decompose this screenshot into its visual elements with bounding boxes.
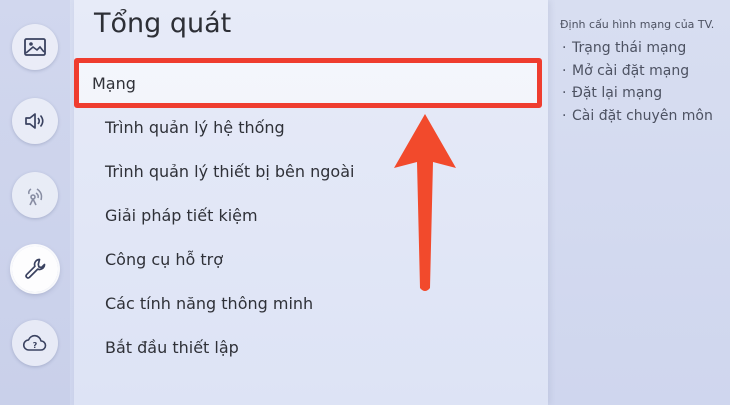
rail-item-sound[interactable] (12, 98, 58, 144)
menu-item-start-setup[interactable]: Bắt đầu thiết lập (105, 338, 239, 357)
annotation-arrow-up (394, 114, 456, 291)
sound-icon (25, 113, 44, 129)
info-item: Trạng thái mạng (560, 37, 725, 60)
menu-item-smart-features[interactable]: Các tính năng thông minh (105, 294, 313, 313)
rail-item-general[interactable] (12, 246, 58, 292)
general-settings-panel: Tổng quát Mạng Trình quản lý hệ thống Tr… (74, 0, 548, 405)
menu-item-label: Công cụ hỗ trợ (105, 250, 224, 269)
info-description: Định cấu hình mạng của TV. (560, 18, 715, 31)
menu-item-system-manager[interactable]: Trình quản lý hệ thống (105, 118, 285, 137)
rail-item-broadcast[interactable] (12, 172, 58, 218)
support-cloud-icon: ? (22, 334, 47, 351)
menu-item-label: Mạng (92, 73, 136, 93)
info-item: Đặt lại mạng (560, 82, 725, 105)
menu-item-external-device-manager[interactable]: Trình quản lý thiết bị bên ngoài (105, 162, 354, 181)
rail-item-picture[interactable] (12, 24, 58, 70)
menu-item-eco-solution[interactable]: Giải pháp tiết kiệm (105, 206, 258, 225)
rail-item-support[interactable]: ? (12, 320, 58, 366)
info-panel: Định cấu hình mạng của TV. Trạng thái mạ… (560, 18, 725, 127)
svg-text:?: ? (33, 341, 38, 350)
category-rail: ? (0, 0, 70, 405)
info-item: Mở cài đặt mạng (560, 60, 725, 83)
menu-item-label: Các tính năng thông minh (105, 294, 314, 313)
menu-item-accessibility[interactable]: Công cụ hỗ trợ (105, 250, 223, 269)
menu-item-label: Giải pháp tiết kiệm (105, 206, 258, 225)
menu-item-network[interactable]: Mạng (74, 58, 542, 108)
picture-icon (24, 38, 46, 56)
info-item: Cài đặt chuyên môn (560, 105, 725, 128)
menu-item-label: Trình quản lý thiết bị bên ngoài (105, 162, 355, 181)
wrench-icon (25, 258, 46, 279)
menu-item-label: Bắt đầu thiết lập (105, 338, 239, 357)
broadcast-icon (28, 188, 43, 206)
page-title: Tổng quát (94, 8, 232, 39)
menu-item-label: Trình quản lý hệ thống (105, 118, 285, 137)
